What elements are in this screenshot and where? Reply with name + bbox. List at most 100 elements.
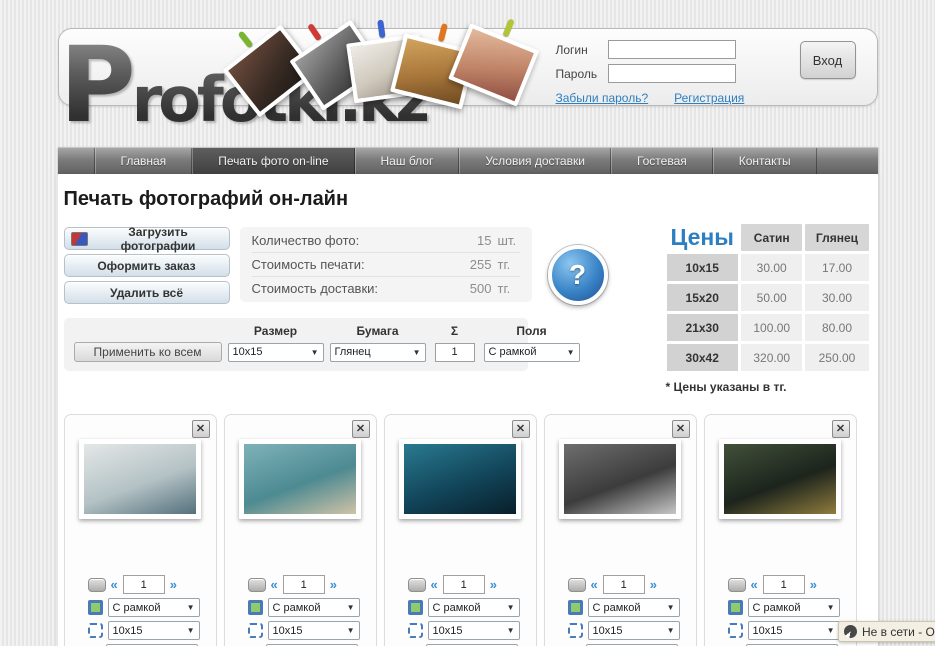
nav-tab[interactable]: Условия доставки	[459, 148, 611, 174]
price-glossy-cell: 80.00	[805, 314, 868, 341]
card-fields-select[interactable]: С рамкой ▼	[428, 598, 520, 617]
close-icon[interactable]: ✕	[192, 420, 210, 438]
summary-value: 15	[477, 233, 491, 248]
chevron-down-icon: ▼	[667, 626, 675, 635]
forgot-password-link[interactable]: Забыли пароль?	[556, 91, 649, 105]
nav-tab[interactable]: Наш блог	[355, 148, 460, 174]
upload-photos-button[interactable]: Загрузить фотографии	[64, 227, 230, 250]
size-icon	[248, 623, 263, 638]
card-quantity-input[interactable]	[763, 575, 805, 594]
price-glossy-cell: 30.00	[805, 284, 868, 311]
quantity-decrease-button[interactable]: «	[751, 578, 758, 591]
quantity-decrease-button[interactable]: «	[111, 578, 118, 591]
chevron-down-icon: ▼	[567, 348, 575, 357]
size-icon	[728, 623, 743, 638]
card-fields-select[interactable]: С рамкой ▼	[268, 598, 360, 617]
card-quantity-input[interactable]	[283, 575, 325, 594]
close-icon[interactable]: ✕	[672, 420, 690, 438]
apply-to-all-button[interactable]: Применить ко всем	[74, 342, 222, 362]
close-icon[interactable]: ✕	[832, 420, 850, 438]
summary-unit: тг.	[498, 257, 520, 272]
register-link[interactable]: Регистрация	[674, 91, 744, 105]
summary-row: Стоимость доставки: 500 тг.	[252, 277, 520, 300]
photo-thumbnail-frame[interactable]	[239, 439, 361, 519]
apply-size-select[interactable]: 10x15 ▼	[228, 343, 324, 362]
satin-column-header: Сатин	[741, 224, 803, 251]
card-fields-select[interactable]: С рамкой ▼	[748, 598, 840, 617]
frame-icon	[568, 600, 583, 615]
card-fields-select[interactable]: С рамкой ▼	[108, 598, 200, 617]
apply-fields-select[interactable]: С рамкой ▼	[484, 343, 580, 362]
summary-row: Количество фото: 15 шт.	[252, 229, 520, 253]
apply-paper-select[interactable]: Глянец ▼	[330, 343, 426, 362]
order-summary: Количество фото: 15 шт. Стоимость печати…	[240, 227, 532, 302]
price-size-cell: 21x30	[667, 314, 738, 341]
quantity-increase-button[interactable]: »	[170, 578, 177, 591]
price-satin-cell: 30.00	[741, 254, 803, 281]
summary-label: Стоимость печати:	[252, 257, 470, 272]
quantity-column-label: Σ	[432, 324, 478, 342]
card-fields-select[interactable]: С рамкой ▼	[588, 598, 680, 617]
price-list-title: Цены	[667, 224, 738, 251]
card-size-select[interactable]: 10x15 ▼	[588, 621, 680, 640]
photo-thumbnail-frame[interactable]	[559, 439, 681, 519]
chevron-down-icon: ▼	[507, 603, 515, 612]
nav-tab[interactable]: Печать фото on-line	[192, 148, 354, 174]
quantity-increase-button[interactable]: »	[330, 578, 337, 591]
glossy-column-header: Глянец	[805, 224, 868, 251]
photo-thumbnail	[724, 444, 836, 514]
quantity-increase-button[interactable]: »	[650, 578, 657, 591]
nav-tab[interactable]: Контакты	[713, 148, 817, 174]
quantity-counter-icon	[408, 578, 426, 592]
card-quantity-input[interactable]	[603, 575, 645, 594]
photo-thumbnail-frame[interactable]	[399, 439, 521, 519]
price-size-cell: 10x15	[667, 254, 738, 281]
frame-icon	[728, 600, 743, 615]
password-label: Пароль	[556, 67, 608, 81]
nav-tab[interactable]: Гостевая	[611, 148, 713, 174]
frame-icon	[408, 600, 423, 615]
login-submit-button[interactable]: Вход	[800, 41, 856, 79]
price-glossy-cell: 17.00	[805, 254, 868, 281]
close-icon[interactable]: ✕	[352, 420, 370, 438]
nav-tab[interactable]: Главная	[95, 148, 193, 174]
chevron-down-icon: ▼	[507, 626, 515, 635]
quantity-counter-icon	[248, 578, 266, 592]
photo-card: ✕ « » С рам	[544, 414, 697, 646]
frame-icon	[248, 600, 263, 615]
chevron-down-icon: ▼	[347, 603, 355, 612]
photo-thumbnail-frame[interactable]	[79, 439, 201, 519]
card-size-select[interactable]: 10x15 ▼	[268, 621, 360, 640]
quantity-increase-button[interactable]: »	[490, 578, 497, 591]
quantity-decrease-button[interactable]: «	[271, 578, 278, 591]
offline-notification[interactable]: Не в сети - Оста	[838, 621, 935, 642]
card-size-select[interactable]: 10x15 ▼	[108, 621, 200, 640]
size-icon	[568, 623, 583, 638]
price-list: Цены Сатин Глянец 10x15 30.00 17.00	[664, 221, 872, 394]
upload-photo-icon	[71, 232, 88, 246]
help-icon[interactable]: ?	[548, 245, 608, 305]
card-quantity-input[interactable]	[443, 575, 485, 594]
quantity-increase-button[interactable]: »	[810, 578, 817, 591]
quantity-decrease-button[interactable]: «	[431, 578, 438, 591]
page: Profotki.kz	[0, 0, 935, 646]
quantity-decrease-button[interactable]: «	[591, 578, 598, 591]
password-input[interactable]	[608, 64, 736, 83]
card-size-select[interactable]: 10x15 ▼	[428, 621, 520, 640]
size-icon	[408, 623, 423, 638]
photo-thumbnail-frame[interactable]	[719, 439, 841, 519]
card-quantity-input[interactable]	[123, 575, 165, 594]
page-title: Печать фотографий он-лайн	[64, 188, 878, 211]
close-icon[interactable]: ✕	[512, 420, 530, 438]
summary-value: 255	[470, 257, 492, 272]
summary-value: 500	[470, 281, 492, 296]
frame-icon	[88, 600, 103, 615]
place-order-button[interactable]: Оформить заказ	[64, 254, 230, 277]
delete-all-button[interactable]: Удалить всё	[64, 281, 230, 304]
main-content: Печать фотографий он-лайн Загрузить фото…	[58, 174, 878, 646]
login-input[interactable]	[608, 40, 736, 59]
apply-quantity-input[interactable]	[435, 343, 475, 362]
card-size-select[interactable]: 10x15 ▼	[748, 621, 840, 640]
photo-thumbnail	[244, 444, 356, 514]
photo-thumbnail	[84, 444, 196, 514]
